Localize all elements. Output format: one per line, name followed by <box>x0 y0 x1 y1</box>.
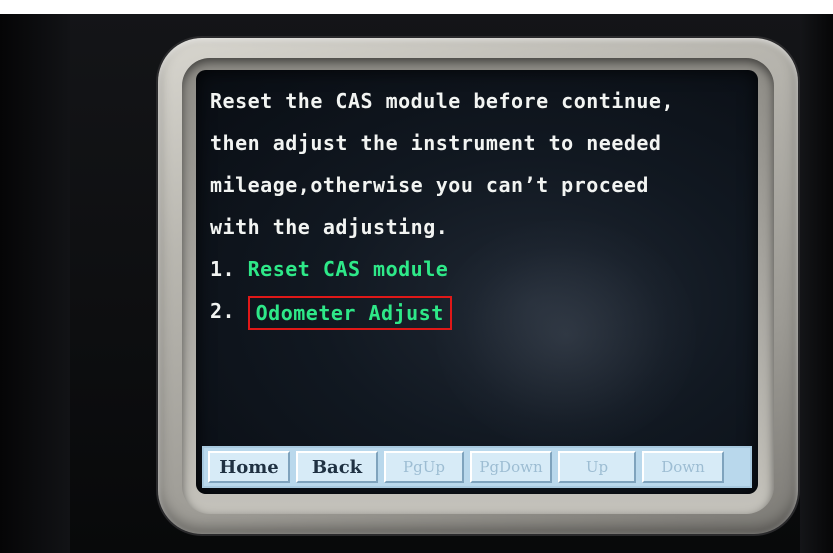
back-button[interactable]: Back <box>296 451 378 483</box>
screen-content: Reset the CAS module before continue, th… <box>210 80 750 332</box>
menu-item-number: 1. <box>210 257 236 281</box>
message-line-4: with the adjusting. <box>210 215 449 239</box>
menu-item-number: 2. <box>210 299 236 323</box>
message-line-2: then adjust the instrument to needed <box>210 131 662 155</box>
selection-highlight: Odometer Adjust <box>247 295 452 330</box>
photo-scene: Reset the CAS module before continue, th… <box>0 0 833 553</box>
lcd-screen: Reset the CAS module before continue, th… <box>196 70 758 494</box>
up-button[interactable]: Up <box>558 451 636 483</box>
down-button[interactable]: Down <box>642 451 724 483</box>
menu-item-odometer-adjust[interactable]: 2. Odometer Adjust <box>210 290 750 332</box>
device-body-right <box>800 14 833 553</box>
message-line-1: Reset the CAS module before continue, <box>210 89 675 113</box>
page-up-button[interactable]: PgUp <box>384 451 464 483</box>
home-button[interactable]: Home <box>208 451 290 483</box>
device-body-left <box>0 14 70 553</box>
soft-button-bar: Home Back PgUp PgDown Up Down <box>202 446 752 488</box>
menu-item-label: Odometer Adjust <box>255 300 444 325</box>
menu-item-reset-cas[interactable]: 1. Reset CAS module <box>210 248 750 290</box>
message-line-3: mileage,otherwise you can’t proceed <box>210 173 649 197</box>
top-border <box>0 0 833 14</box>
menu-item-label: Reset CAS module <box>247 257 449 281</box>
page-down-button[interactable]: PgDown <box>470 451 552 483</box>
